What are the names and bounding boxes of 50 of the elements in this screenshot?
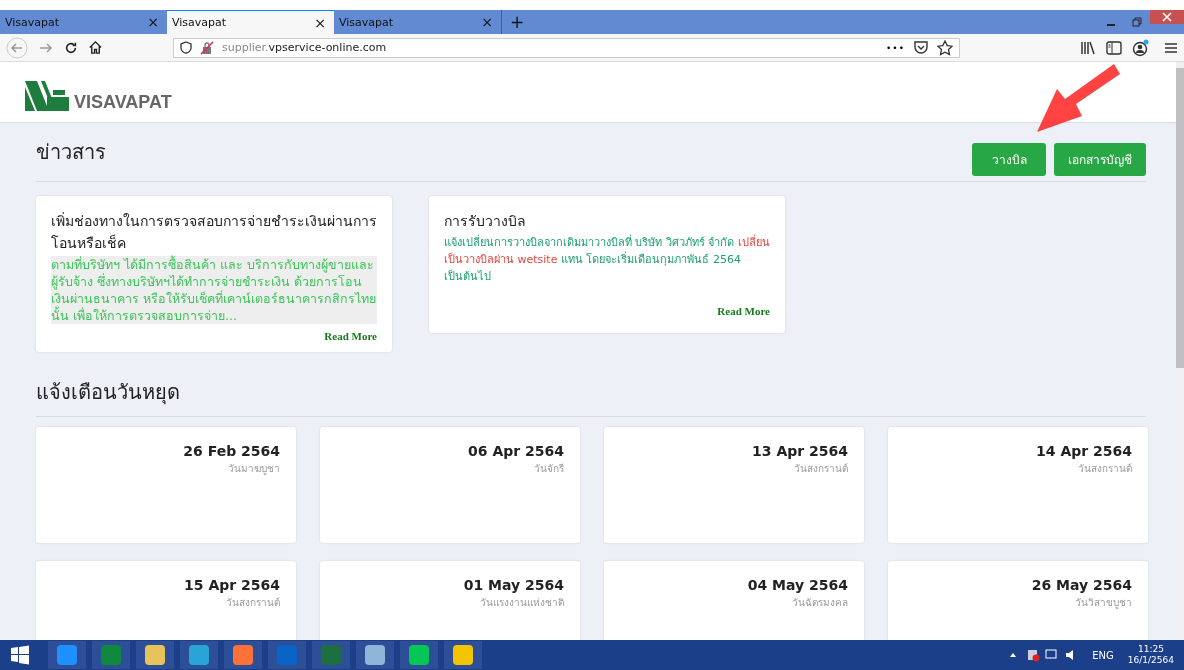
section-heading: ข่าวสาร (36, 139, 106, 166)
read-more-link[interactable]: Read More (717, 305, 770, 317)
holiday-date: 13 Apr 2564 (752, 443, 848, 459)
lock-icon (200, 40, 214, 55)
logo-icon (25, 81, 69, 111)
clock-time: 11:25 (1137, 644, 1164, 655)
browser-tab[interactable]: Visavapat × (0, 10, 167, 34)
news-text: ตามที่บริษัทฯ ได้มีการซื้อสินค้า และ บริการกับทางผู้ขายและผู้รับจ้าง ซึ่งทางบริษัทฯได้ทำการจ่ายชำระเงิน ด้วยการโอนเงินผ่านธนาคาร หรือให้รับเช็คที่เคาน์เตอร์ธนาคารกสิกรไทยนั้น เพื่อให้การตรวจสอบการจ่าย... (51, 256, 377, 324)
holiday-date: 01 May 2564 (463, 577, 564, 593)
logo-text: VISAVAPAT (74, 93, 172, 111)
holiday-name: วันจักรี (534, 462, 564, 476)
holiday-name: วันสงกรานต์ (226, 596, 280, 610)
more-actions-button[interactable]: ••• (886, 42, 905, 53)
address-bar[interactable]: supplier.vpservice-online.com ••• (173, 37, 960, 58)
news-title: เพิ่มช่องทางในการตรวจสอบการจ่ายชำระเงินผ่านการโอนหรือเช็ค (51, 211, 377, 253)
news-text: แจ้งเปลี่ยนการวางบิลจากเดิมมาวางบิลที่ บริษัท วิศวภัทร์ จำกัด เปลี่ยนเป็นวางบิลผ่าน wetsite แทน โดยจะเริ่มเดือนกุมภาพันธ์ 2564 เป็นต้นไป (444, 234, 770, 285)
holiday-date: 15 Apr 2564 (184, 577, 280, 593)
holiday-date: 26 Feb 2564 (183, 443, 280, 459)
browser-tab[interactable]: Visavapat × (334, 10, 501, 34)
close-icon[interactable] (1150, 10, 1184, 24)
home-icon[interactable] (88, 40, 103, 55)
holiday-date: 04 May 2564 (747, 577, 848, 593)
library-icon[interactable] (1080, 40, 1096, 55)
pocket-icon[interactable] (913, 40, 929, 55)
holiday-name: วันแรงงานแห่งชาติ (480, 596, 564, 610)
url-text: supplier.vpservice-online.com (222, 41, 387, 54)
sidebar-icon[interactable] (1106, 40, 1122, 55)
section-heading: แจ้งเตือนวันหยุด (36, 379, 181, 407)
holiday-name: วันฉัตรมงคล (792, 596, 848, 610)
browser-tab[interactable]: Visavapat × (167, 10, 334, 34)
holiday-name: วันสงกรานต์ (794, 462, 848, 476)
reload-icon[interactable] (64, 40, 78, 55)
holiday-date: 14 Apr 2564 (1036, 443, 1132, 459)
holiday-date: 06 Apr 2564 (468, 443, 564, 459)
language-indicator[interactable]: ENG (1092, 649, 1114, 661)
start-icon[interactable] (10, 645, 30, 665)
holiday-name: วันวิสาขบูชา (1075, 596, 1132, 610)
holiday-date: 26 May 2564 (1031, 577, 1132, 593)
star-icon[interactable] (937, 39, 953, 56)
action-button[interactable]: วางบิล (972, 142, 1046, 176)
clock-date: 16/1/2564 (1127, 655, 1174, 666)
action-button[interactable]: เอกสารบัญชี (1054, 142, 1146, 176)
holiday-name: วันมาฆบูชา (228, 462, 280, 476)
menu-icon[interactable] (1164, 41, 1178, 54)
read-more-link[interactable]: Read More (324, 330, 377, 342)
news-title: การรับวางบิล (444, 212, 527, 231)
shield-icon (180, 41, 192, 54)
account-icon[interactable] (1132, 38, 1150, 57)
scrollbar-thumb[interactable] (1176, 68, 1184, 368)
holiday-name: วันสงกรานต์ (1078, 462, 1132, 476)
